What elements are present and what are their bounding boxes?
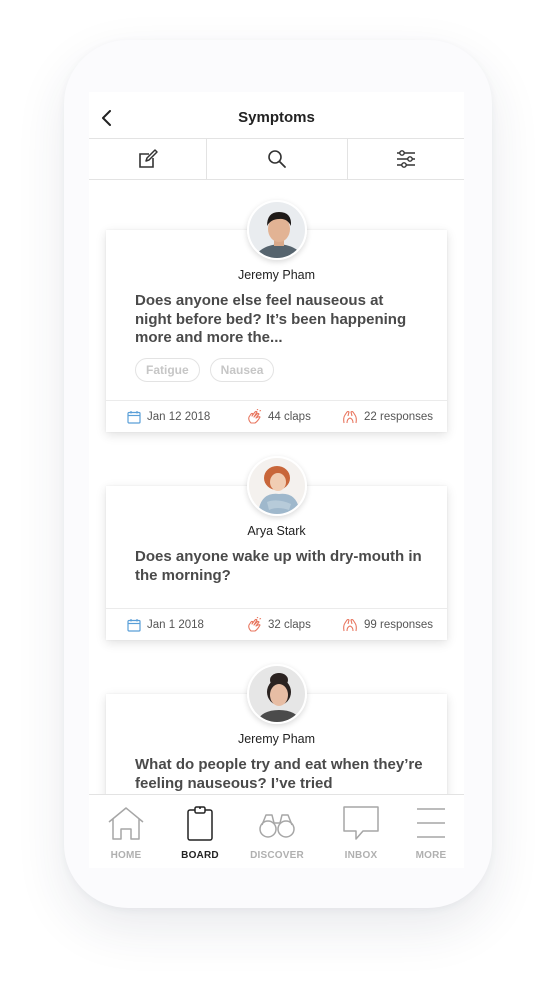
avatar[interactable] (246, 456, 307, 516)
clap-button[interactable]: 32 claps (247, 617, 311, 632)
binoculars-icon (259, 814, 295, 838)
author-name[interactable]: Jeremy Pham (106, 268, 447, 282)
responses-button[interactable]: 22 responses (342, 409, 433, 424)
tab-discover[interactable]: DISCOVER (242, 805, 312, 861)
tag-list: Fatigue Nausea (135, 358, 275, 382)
author-name[interactable]: Jeremy Pham (106, 732, 447, 746)
author-name[interactable]: Arya Stark (106, 524, 447, 538)
tag-fatigue[interactable]: Fatigue (135, 358, 200, 382)
search-button[interactable] (207, 139, 348, 179)
post-meta: Jan 1 2018 32 claps 99 responses (106, 608, 447, 640)
post-date: Jan 1 2018 (127, 618, 204, 632)
post-card[interactable]: Arya Stark Does anyone wake up with dry-… (106, 456, 447, 640)
sliders-icon (397, 150, 415, 168)
clap-icon (248, 617, 262, 632)
post-question[interactable]: What do people try and eat when they’re … (135, 756, 423, 793)
search-icon (268, 150, 286, 168)
tab-label: BOARD (181, 850, 219, 861)
edit-icon (138, 149, 158, 168)
avatar[interactable] (246, 664, 307, 724)
menu-icon (417, 808, 445, 838)
date-text: Jan 1 2018 (147, 618, 204, 631)
claps-text: 44 claps (268, 410, 311, 423)
calendar-icon (127, 410, 141, 424)
tab-board[interactable]: BOARD (165, 805, 235, 861)
tab-label: HOME (110, 850, 142, 861)
post-question[interactable]: Does anyone wake up with dry-mouth in th… (135, 548, 423, 585)
tab-label: INBOX (344, 850, 378, 861)
claps-text: 32 claps (268, 618, 311, 631)
responses-text: 22 responses (364, 410, 434, 423)
home-icon (108, 807, 144, 840)
responses-text: 99 responses (364, 618, 434, 631)
post-question[interactable]: Does anyone else feel nauseous at night … (135, 292, 423, 348)
bottom-tab-bar: HOME BOARD DISCOVER INBOX MORE (89, 794, 464, 868)
clap-icon (248, 409, 262, 424)
calendar-icon (127, 618, 141, 632)
compose-button[interactable] (89, 139, 207, 179)
filter-button[interactable] (348, 139, 464, 179)
page-title: Symptoms (238, 109, 315, 126)
date-text: Jan 12 2018 (147, 410, 211, 423)
responses-button[interactable]: 99 responses (342, 617, 433, 632)
header: Symptoms (89, 92, 464, 138)
post-card[interactable]: Jeremy Pham Does anyone else feel nauseo… (106, 200, 447, 432)
toolbar (89, 138, 464, 180)
avatar[interactable] (246, 200, 307, 260)
clipboard-icon (187, 806, 213, 841)
tag-nausea[interactable]: Nausea (209, 358, 275, 382)
tab-label: MORE (415, 850, 447, 861)
responses-icon (343, 410, 357, 424)
tab-label: DISCOVER (250, 850, 304, 861)
tab-home[interactable]: HOME (91, 805, 161, 861)
post-meta: Jan 12 2018 44 claps 22 responses (106, 400, 447, 432)
chat-bubble-icon (343, 806, 379, 840)
post-date: Jan 12 2018 (127, 410, 210, 424)
responses-icon (343, 618, 357, 632)
clap-button[interactable]: 44 claps (247, 409, 311, 424)
tab-inbox[interactable]: INBOX (326, 805, 396, 861)
tab-more[interactable]: MORE (396, 805, 464, 861)
app-screen: Symptoms Jeremy Pham Does anyone else fe… (89, 92, 464, 868)
